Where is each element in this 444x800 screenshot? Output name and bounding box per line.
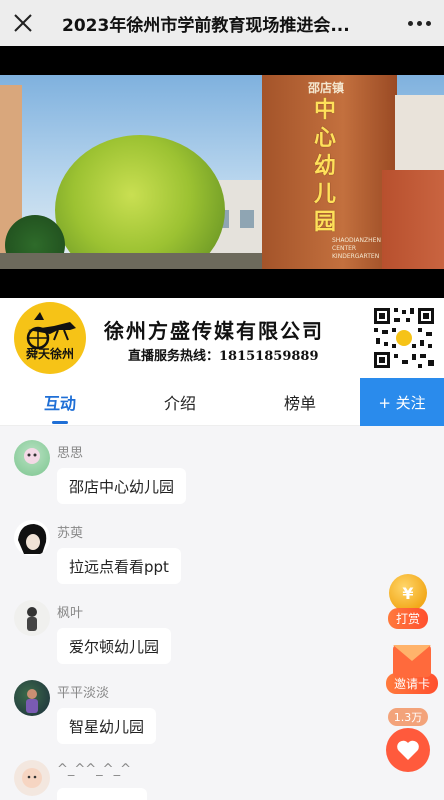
comment-item: 思思 邵店中心幼儿园 bbox=[0, 426, 380, 506]
reward-button[interactable]: ¥ 打赏 bbox=[388, 574, 429, 629]
tab-introduction[interactable]: 介绍 bbox=[120, 378, 240, 426]
comment-text: 拉远点看看ppt bbox=[57, 548, 181, 584]
comment-username: 思思 bbox=[57, 446, 84, 461]
sign-english-line: SHAODIANZHEN bbox=[332, 237, 381, 244]
close-icon bbox=[14, 14, 32, 32]
comment-username: 平平淡淡 bbox=[57, 686, 110, 701]
avatar-icon bbox=[26, 689, 38, 713]
service-hotline: 直播服务热线：18151859889 bbox=[128, 349, 319, 364]
comment-item: ^_^^_^_^ bbox=[0, 746, 380, 800]
like-button[interactable]: 1.3万 bbox=[386, 708, 430, 772]
coin-icon: ¥ bbox=[389, 574, 427, 612]
follow-button[interactable]: + 关注 bbox=[360, 378, 444, 426]
company-name: 徐州方盛传媒有限公司 bbox=[104, 319, 324, 343]
avatar[interactable] bbox=[14, 600, 50, 636]
qr-code[interactable] bbox=[372, 306, 436, 370]
sign-english-line: CENTER bbox=[332, 245, 357, 252]
tab-bar: 互动 介绍 榜单 + 关注 bbox=[0, 378, 444, 426]
comment-item: 平平淡淡 智星幼儿园 bbox=[0, 666, 380, 746]
sign-char: 心 bbox=[313, 126, 336, 151]
avatar-icon bbox=[24, 448, 40, 464]
live-video-player[interactable]: 邵店镇 中 心 幼 儿 园 SHAODIANZHEN CENTER KINDER… bbox=[0, 46, 444, 298]
avatar[interactable] bbox=[14, 440, 50, 476]
comment-username: 枫叶 bbox=[57, 606, 84, 621]
envelope-icon bbox=[393, 645, 431, 677]
comment-text: 智星幼儿园 bbox=[57, 708, 157, 744]
avatar[interactable] bbox=[14, 760, 50, 796]
tree-image bbox=[55, 135, 225, 269]
more-button[interactable] bbox=[394, 0, 444, 46]
video-frame: 邵店镇 中 心 幼 儿 园 SHAODIANZHEN CENTER KINDER… bbox=[0, 75, 444, 269]
invite-card-button[interactable]: 邀请卡 bbox=[386, 645, 439, 694]
comment-list[interactable]: 思思 邵店中心幼儿园 苏萸 拉远点看看ppt 枫叶 爱尔顿幼儿园 平平淡淡 智星… bbox=[0, 426, 444, 800]
sign-english-line: KINDERGARTEN bbox=[332, 253, 380, 260]
sponsor-banner[interactable]: 舜天徐州 徐州方盛传媒有限公司 直播服务热线：18151859889 bbox=[0, 298, 444, 378]
more-icon bbox=[407, 20, 431, 26]
sign-char: 儿 bbox=[313, 182, 336, 207]
heart-icon bbox=[386, 728, 430, 772]
avatar-icon bbox=[27, 607, 37, 631]
avatar[interactable] bbox=[14, 680, 50, 716]
comment-text bbox=[57, 788, 147, 800]
comment-item: 枫叶 爱尔顿幼儿园 bbox=[0, 586, 380, 666]
reward-label: 打赏 bbox=[388, 608, 429, 629]
comment-text: 爱尔顿幼儿园 bbox=[57, 628, 172, 664]
close-button[interactable] bbox=[0, 0, 46, 46]
comment-username: ^_^^_^_^ bbox=[57, 762, 131, 777]
avatar[interactable] bbox=[14, 520, 50, 556]
kindergarten-sign-tower: 邵店镇 中 心 幼 儿 园 SHAODIANZHEN CENTER KINDER… bbox=[262, 75, 397, 269]
sign-town-text: 邵店镇 bbox=[308, 81, 345, 95]
sign-char: 幼 bbox=[313, 154, 336, 179]
logo-text: 舜天徐州 bbox=[25, 347, 74, 361]
comment-item: 苏萸 拉远点看看ppt bbox=[0, 506, 380, 586]
avatar-icon bbox=[22, 768, 42, 788]
company-logo: 舜天徐州 bbox=[14, 302, 86, 374]
comment-text: 邵店中心幼儿园 bbox=[57, 468, 187, 504]
avatar-icon bbox=[18, 524, 47, 554]
tab-interaction[interactable]: 互动 bbox=[0, 378, 120, 426]
tab-ranking[interactable]: 榜单 bbox=[240, 378, 360, 426]
page-title: 2023年徐州市学前教育现场推进会... bbox=[62, 15, 350, 36]
sign-char: 园 bbox=[313, 210, 336, 235]
top-navigation-bar: 2023年徐州市学前教育现场推进会... bbox=[0, 0, 444, 46]
sign-char: 中 bbox=[313, 98, 336, 123]
qr-code-icon bbox=[372, 306, 436, 370]
likes-count: 1.3万 bbox=[387, 708, 429, 726]
comment-username: 苏萸 bbox=[57, 526, 84, 541]
